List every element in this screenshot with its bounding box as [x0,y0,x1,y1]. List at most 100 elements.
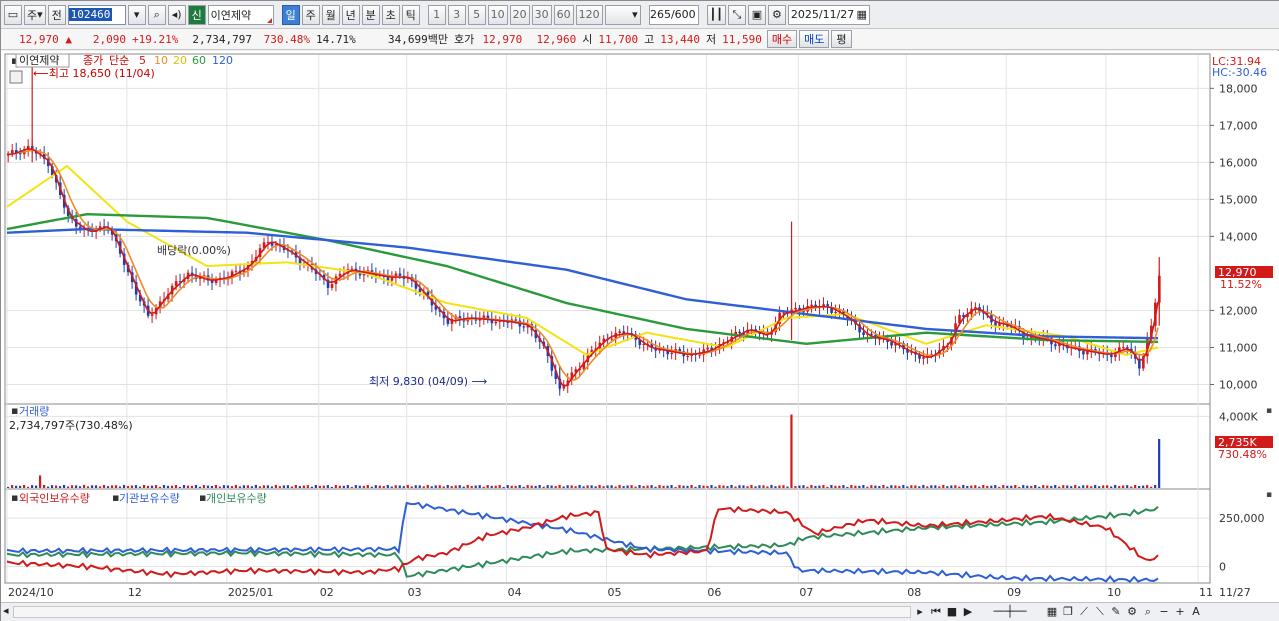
tab-minute[interactable]: 분 [361,4,380,25]
tab-daily[interactable]: 일 [281,4,300,25]
speaker-icon[interactable]: ◂) [167,4,186,25]
measure-icon[interactable]: ⟋ [1077,604,1091,619]
volume-bar [562,486,565,488]
volume-bar [358,485,361,488]
minute-option-5[interactable]: 5 [467,4,486,25]
tab-weekly[interactable]: 주 [301,4,320,25]
minute-option-3[interactable]: 3 [447,4,466,25]
volume-bar [98,486,102,488]
x-last-label: 11/27 [1219,586,1251,599]
rewind-icon[interactable]: ⏮ [929,604,943,619]
candle-body [610,338,614,340]
zoom-in-icon[interactable]: + [1173,604,1187,619]
new-stock-badge[interactable]: 신 [187,4,206,25]
volume-bar [1070,486,1073,488]
avg-button[interactable]: 평 [831,30,852,48]
calendar-icon[interactable]: ▦ [857,8,867,21]
volume-bar [766,486,769,488]
candle-body [994,322,997,326]
code-dropdown-icon[interactable]: ▾ [127,4,146,25]
copy-icon[interactable]: ❐ [1061,604,1075,619]
volume-bar [490,485,493,488]
pen-icon[interactable]: ✎ [1109,604,1123,619]
legend-close-label: 종가 [83,54,103,67]
buy-button[interactable]: 매수 [766,30,798,48]
tab-tick[interactable]: 틱 [401,4,420,25]
save-icon[interactable]: ▣ [747,4,766,25]
minute-option-10[interactable]: 10 [487,4,508,25]
layout-icon[interactable]: ▭ [4,4,22,25]
volume-bar [950,485,953,488]
x-tick-label: 03 [408,586,422,599]
volume-bar [306,485,309,488]
date-picker[interactable]: 2025/11/27 ▦ [787,4,870,25]
data-table-icon[interactable] [9,70,23,84]
scroll-track[interactable] [13,606,911,618]
tab-monthly[interactable]: 월 [321,4,340,25]
hc-label: HC:-30.46 [1212,66,1267,79]
minute-option-1[interactable]: 1 [427,4,446,25]
stock-name-field[interactable]: 이연제약 [207,4,274,25]
minute-option-20[interactable]: 20 [509,4,530,25]
minute-custom-select[interactable]: ▾ [604,4,641,25]
volume-bar [858,485,861,488]
x-tick-label: 08 [907,586,921,599]
zoom-out-icon[interactable]: − [1157,604,1171,619]
volume-bar [1134,484,1137,488]
chart-area[interactable]: 2024/10 12 2025/01 02 03 04 05 06 07 08 09 10 11 11/2… [1,51,1279,602]
stop-icon[interactable]: ■ [945,604,959,619]
prev-button[interactable]: 전 [47,4,66,25]
zoom-slider-icon[interactable]: ──┼── [977,604,1043,619]
tab-second[interactable]: 초 [381,4,400,25]
candle-style-icon[interactable]: ┃┃ [706,4,726,25]
volume-bar [938,486,941,488]
volume-bar [1050,486,1053,488]
minute-option-120[interactable]: 120 [575,4,603,25]
bar-count-field[interactable]: 265/600 [648,4,699,25]
investor-collapse-icon[interactable]: ▪ [1266,490,1272,500]
volume-bar [122,484,126,488]
volume-bar [1042,485,1045,488]
scroll-right-icon[interactable]: ▸ [913,604,927,619]
draw-icon[interactable]: ⟍ [1093,604,1107,619]
sell-button[interactable]: 매도 [799,30,830,48]
minute-option-30[interactable]: 30 [531,4,552,25]
volume-menu-icon[interactable]: ▪ [11,404,18,417]
search-icon[interactable]: ⌕ [147,4,166,25]
volume-bar [782,485,785,488]
volume-bar [86,486,90,488]
zoom-icon[interactable]: ⌕ [1141,604,1155,619]
font-size-icon[interactable]: A [1189,604,1203,619]
settings-gear-icon[interactable]: ⚙ [767,4,786,25]
volume-bar [62,484,66,488]
volume-bar [658,485,661,488]
high-annotation: ⟵최고 18,650 (11/04) [33,67,155,80]
volume-bar [1022,485,1025,488]
minute-option-60[interactable]: 60 [553,4,574,25]
volume-collapse-icon[interactable]: ▪ [1266,406,1272,416]
indicator-icon[interactable]: ⤡ [727,4,746,25]
volume-bar [294,484,297,488]
price-panel[interactable] [4,53,1211,405]
volume-bar [486,485,489,488]
volume-bar [746,486,749,488]
open-label: 시 [582,33,593,46]
settings-icon[interactable]: ⚙ [1125,604,1139,619]
investor-menu-icon[interactable]: ▪ [11,491,18,504]
tab-yearly[interactable]: 년 [341,4,360,25]
play-icon[interactable]: ▶ [961,604,975,619]
investor-panel[interactable] [4,488,1211,584]
change-percent: +19.21% [132,32,179,46]
volume-bar [1078,486,1081,488]
volume-bar [694,486,697,488]
volume-bar [510,485,513,488]
volume-bar [982,485,985,488]
period-select[interactable]: 주 ▾ [24,4,46,25]
layout-grid-icon[interactable]: ▦ [1045,604,1059,619]
volume-bar [614,486,617,488]
scroll-left-icon[interactable]: ◂ [3,604,9,617]
stock-code-input[interactable]: 102460 [67,4,126,25]
volume-bar [174,485,178,488]
volume-bar [70,485,74,488]
chart-canvas[interactable]: 2024/10 12 2025/01 02 03 04 05 06 07 08 09 10 11 11/2… [1,51,1278,602]
